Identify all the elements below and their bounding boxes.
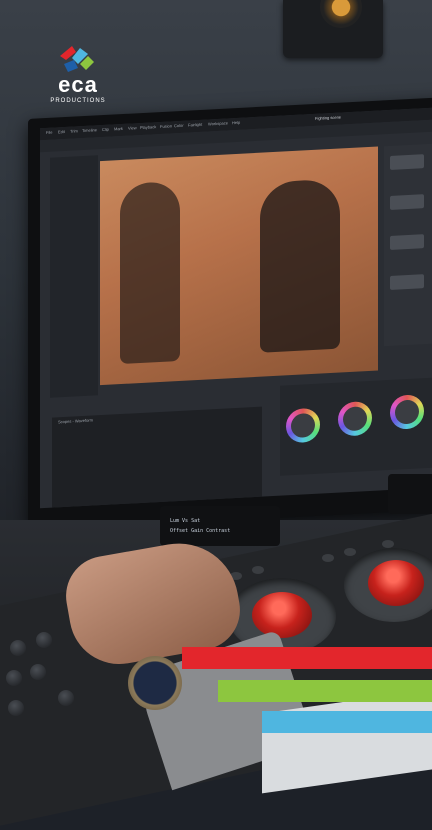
menu-item: View	[128, 125, 137, 131]
trackball-icon[interactable]	[368, 560, 424, 606]
knob-icon[interactable]	[10, 640, 26, 656]
node	[390, 274, 424, 290]
fighter-figure-left	[120, 180, 180, 365]
eca-logo-icon	[60, 46, 94, 72]
menu-item: File	[46, 129, 53, 135]
menu-item: Workspace	[208, 120, 228, 127]
watch-icon	[128, 656, 182, 710]
knob-icon[interactable]	[58, 690, 74, 706]
menu-item: Help	[232, 119, 241, 126]
brand-stripe-green	[218, 680, 432, 702]
knob-icon[interactable]	[8, 700, 24, 716]
knob-icon[interactable]	[36, 632, 52, 648]
menu-item: Edit	[58, 128, 65, 135]
node	[390, 154, 424, 170]
menu-item: Timeline	[82, 127, 97, 134]
media-sidebar	[50, 155, 98, 398]
panel-display-right	[388, 474, 432, 514]
logo-wordmark: eca	[58, 72, 98, 97]
color-wheel	[338, 400, 372, 437]
panel-button[interactable]	[382, 540, 394, 548]
lcd-line: Offset Gain Contrast	[170, 528, 231, 534]
waveform-scope: Scopes - Waveform	[52, 406, 262, 509]
fighter-figure-right	[260, 178, 340, 353]
trackball-icon[interactable]	[252, 592, 312, 638]
color-wheels	[280, 377, 432, 476]
lcd-line: Lum Vs Sat	[170, 518, 201, 524]
menu-item: Color	[174, 122, 184, 129]
panel-display: Lum Vs Sat Offset Gain Contrast	[160, 506, 280, 546]
menu-item: Mark	[114, 125, 123, 132]
brand-stripe-blue	[262, 711, 432, 733]
panel-button[interactable]	[344, 548, 356, 556]
project-title: Fighting scene	[315, 114, 342, 121]
node	[390, 234, 424, 250]
eca-logo: eca PRODUCTIONS	[46, 42, 110, 106]
node	[390, 194, 424, 210]
node-editor	[384, 143, 432, 347]
menu-item: Trim	[70, 128, 78, 134]
scope-title: Scopes - Waveform	[58, 417, 93, 425]
video-viewer	[100, 146, 378, 386]
color-wheel	[286, 407, 320, 444]
knob-icon[interactable]	[6, 670, 22, 686]
editing-screen: File Edit Trim Timeline Clip Mark View P…	[40, 107, 432, 509]
menu-item: Clip	[102, 126, 109, 133]
brand-stripe-red	[182, 647, 432, 669]
menu-item: Fairlight	[188, 121, 203, 128]
panel-button[interactable]	[322, 554, 334, 562]
knob-icon[interactable]	[30, 664, 46, 680]
menu-item: Fusion	[160, 123, 173, 129]
menu-item: Playback	[140, 124, 157, 131]
logo-tagline: PRODUCTIONS	[50, 98, 106, 104]
panel-button[interactable]	[252, 566, 264, 574]
color-wheel	[390, 394, 424, 430]
